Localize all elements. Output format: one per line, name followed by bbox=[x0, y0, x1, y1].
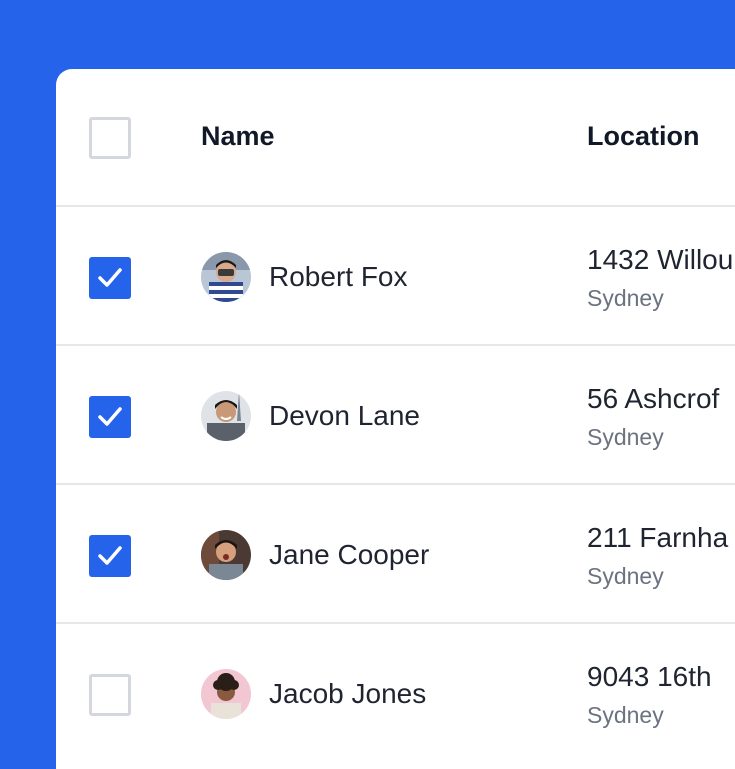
select-all-checkbox[interactable] bbox=[89, 117, 131, 159]
avatar bbox=[201, 391, 251, 441]
user-name: Devon Lane bbox=[269, 400, 421, 431]
location-address: 56 Ashcrof bbox=[587, 383, 720, 414]
location-address: 9043 16th bbox=[587, 661, 712, 692]
column-gap bbox=[166, 485, 168, 622]
users-table-card: Name Location Robert Fox 1432 Willou Syd bbox=[56, 69, 735, 769]
location-address: 1432 Willou bbox=[587, 244, 734, 275]
location-city: Sydney bbox=[587, 424, 664, 450]
avatar bbox=[201, 669, 251, 719]
column-gap bbox=[166, 207, 168, 344]
user-name: Robert Fox bbox=[269, 261, 408, 292]
location-city: Sydney bbox=[587, 285, 664, 311]
check-icon bbox=[98, 407, 122, 426]
table-row[interactable]: Jacob Jones 9043 16th Sydney bbox=[56, 624, 735, 761]
column-header-location[interactable]: Location bbox=[587, 121, 700, 152]
table-row[interactable]: Robert Fox 1432 Willou Sydney bbox=[56, 207, 735, 346]
check-icon bbox=[98, 268, 122, 287]
row-checkbox[interactable] bbox=[89, 257, 131, 299]
avatar bbox=[201, 530, 251, 580]
location-city: Sydney bbox=[587, 563, 664, 589]
user-name: Jacob Jones bbox=[269, 678, 427, 709]
table-row[interactable]: Devon Lane 56 Ashcrof Sydney bbox=[56, 346, 735, 485]
row-checkbox[interactable] bbox=[89, 396, 131, 438]
column-gap bbox=[166, 624, 168, 761]
column-gap bbox=[166, 346, 168, 483]
table-header-row: Name Location bbox=[56, 69, 735, 207]
location-address: 211 Farnha bbox=[587, 522, 729, 553]
user-name: Jane Cooper bbox=[269, 539, 430, 570]
row-checkbox[interactable] bbox=[89, 674, 131, 716]
check-icon bbox=[98, 546, 122, 565]
table-row[interactable]: Jane Cooper 211 Farnha Sydney bbox=[56, 485, 735, 624]
location-city: Sydney bbox=[587, 702, 664, 728]
avatar bbox=[201, 252, 251, 302]
column-gap bbox=[166, 69, 168, 205]
row-checkbox[interactable] bbox=[89, 535, 131, 577]
column-header-name[interactable]: Name bbox=[201, 121, 275, 152]
